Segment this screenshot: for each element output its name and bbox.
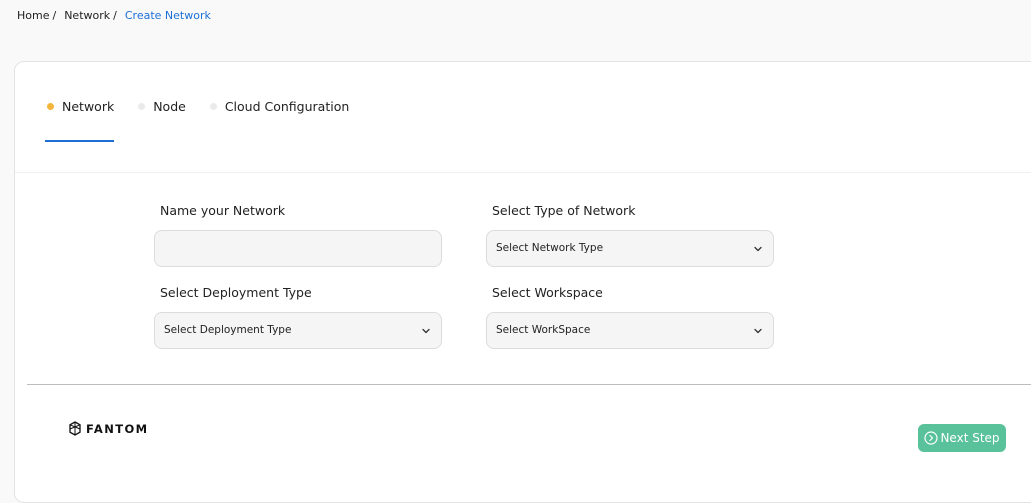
breadcrumb-separator: /	[113, 9, 117, 22]
network-type-value: Select Network Type	[496, 242, 604, 254]
breadcrumb-separator: /	[52, 9, 57, 22]
active-tab-indicator	[45, 140, 114, 142]
step-tabs: Network Node Cloud Configuration	[47, 99, 373, 114]
fantom-logo: FANTOM	[69, 421, 149, 436]
workspace-select[interactable]: Select WorkSpace	[486, 312, 774, 349]
deployment-type-value: Select Deployment Type	[164, 324, 292, 336]
network-name-input[interactable]	[155, 231, 441, 266]
next-step-button[interactable]: Next Step	[918, 424, 1006, 452]
tabs-divider	[15, 172, 1031, 173]
step-dot	[209, 103, 217, 110]
tab-label: Node	[153, 99, 186, 114]
network-name-field[interactable]	[154, 230, 442, 267]
breadcrumb-current: Create Network	[124, 9, 211, 22]
chevron-down-icon	[422, 328, 430, 334]
chevron-down-icon	[754, 328, 762, 334]
network-type-select[interactable]: Select Network Type	[486, 230, 774, 267]
chevron-down-icon	[754, 246, 762, 252]
breadcrumb-home[interactable]: Home	[17, 9, 49, 22]
tab-label: Cloud Configuration	[224, 99, 350, 114]
deployment-type-label: Select Deployment Type	[160, 285, 312, 300]
breadcrumb: Home / Network / Create Network	[17, 9, 211, 22]
tab-network[interactable]: Network	[47, 99, 114, 114]
fantom-logo-icon	[69, 421, 81, 436]
tab-cloud-configuration[interactable]: Cloud Configuration	[209, 99, 350, 114]
chevron-right-circle-icon	[924, 431, 939, 445]
fantom-logo-text: FANTOM	[86, 421, 149, 436]
tab-node[interactable]: Node	[138, 99, 186, 114]
tab-label: Network	[62, 99, 115, 114]
network-type-label: Select Type of Network	[492, 203, 636, 218]
network-name-label: Name your Network	[160, 203, 286, 218]
footer-divider	[27, 384, 1031, 385]
next-step-label: Next Step	[940, 431, 1000, 445]
step-dot	[138, 103, 146, 110]
workspace-label: Select Workspace	[492, 285, 603, 300]
workspace-value: Select WorkSpace	[496, 324, 591, 336]
deployment-type-select[interactable]: Select Deployment Type	[154, 312, 442, 349]
step-dot-active	[47, 103, 54, 110]
breadcrumb-network[interactable]: Network	[64, 9, 110, 22]
create-network-card: Network Node Cloud Configuration Name yo…	[14, 61, 1031, 503]
